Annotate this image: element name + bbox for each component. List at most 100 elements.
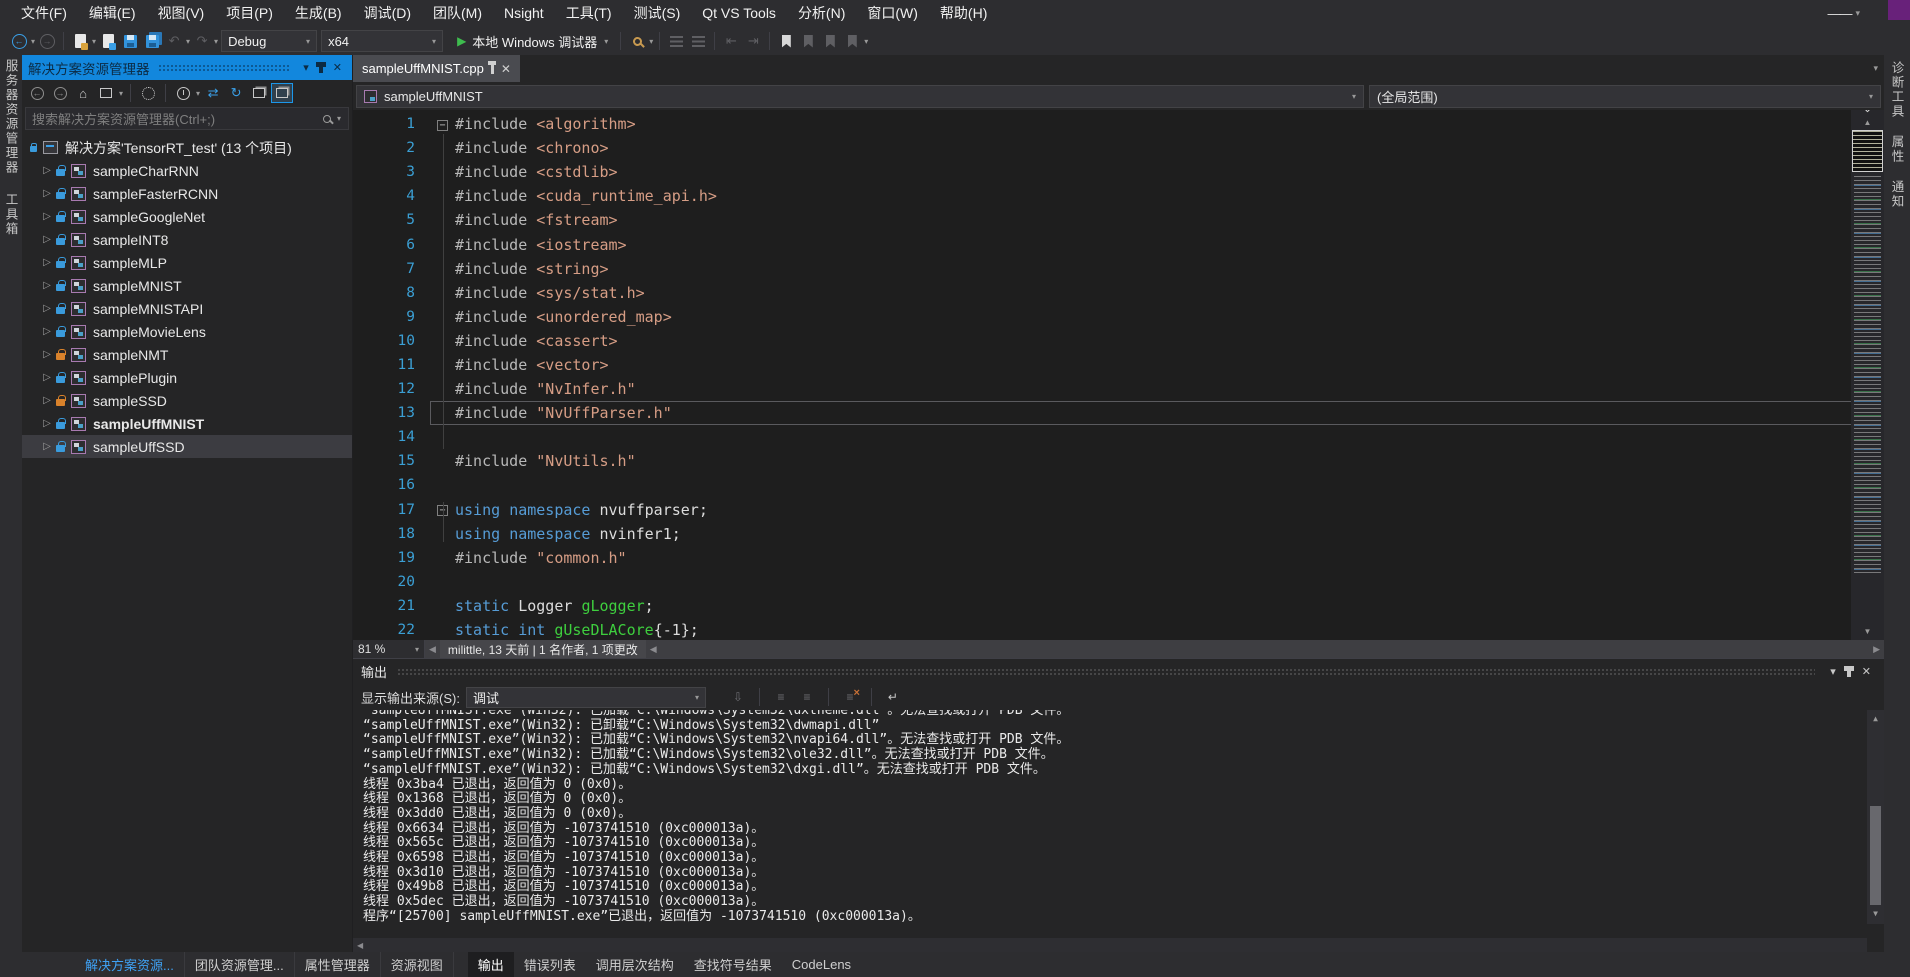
code-line-18[interactable]: 18using namespace nvinfer1; <box>353 522 1884 546</box>
project-row-sampleUffMNIST[interactable]: ▷sampleUffMNIST <box>22 412 352 435</box>
scroll-down-icon[interactable]: ▼ <box>1851 627 1884 636</box>
solution-explorer-titlebar[interactable]: 解决方案资源管理器 ▾ ✕ <box>22 55 352 80</box>
undo-dropdown-icon[interactable]: ▾ <box>186 37 190 46</box>
expand-arrow-icon[interactable]: ▷ <box>40 418 54 429</box>
scroll-up-icon[interactable]: ▲ <box>1867 712 1884 727</box>
menu-item-6[interactable]: 团队(M) <box>422 0 493 27</box>
bottom-tab-资源视图[interactable]: 资源视图 <box>381 952 454 977</box>
output-vertical-scrollbar[interactable]: ▲ ▼ <box>1867 710 1884 924</box>
menu-item-4[interactable]: 生成(B) <box>284 0 353 27</box>
increase-indent-icon[interactable]: ⇥ <box>743 31 763 51</box>
expand-arrow-icon[interactable]: ▷ <box>40 211 54 222</box>
fold-collapse-icon[interactable]: − <box>435 118 450 131</box>
minimap-scrollbar[interactable]: ⇕ ▲ ▼ <box>1851 110 1884 640</box>
toolbar-overflow-icon[interactable]: ▾ <box>864 37 868 46</box>
code-line-1[interactable]: 1−#include <algorithm> <box>353 112 1884 136</box>
scroll-left-icon[interactable]: ◀ <box>353 941 367 950</box>
switch-views-icon[interactable] <box>95 83 117 103</box>
left-strip-tab-1[interactable]: 工具箱 <box>2 193 21 237</box>
prev-bookmark-icon[interactable] <box>798 31 818 51</box>
menu-item-1[interactable]: 编辑(E) <box>78 0 147 27</box>
expand-arrow-icon[interactable]: ▷ <box>40 257 54 268</box>
output-source-select[interactable]: 调试 ▾ <box>466 687 706 708</box>
code-area[interactable]: 1−#include <algorithm>2#include <chrono>… <box>353 110 1884 640</box>
code-line-6[interactable]: 6#include <iostream> <box>353 232 1884 256</box>
panel-tab-错误列表[interactable]: 错误列表 <box>514 952 586 977</box>
all-files-icon[interactable] <box>137 83 159 103</box>
code-line-19[interactable]: 19#include "common.h" <box>353 546 1884 570</box>
window-position-icon[interactable]: ▾ <box>303 61 309 74</box>
codelens-info[interactable]: milittle, 13 天前 | 1 名作者, 1 项更改 <box>440 640 646 658</box>
horizontal-scrollbar[interactable]: ◀ milittle, 13 天前 | 1 名作者, 1 项更改 ◀ ▶ <box>425 640 1884 658</box>
code-line-3[interactable]: 3#include <cstdlib> <box>353 160 1884 184</box>
menu-item-5[interactable]: 调试(D) <box>353 0 422 27</box>
scroll-down-icon[interactable]: ▼ <box>1867 907 1884 922</box>
window-position-icon[interactable]: ▾ <box>1830 665 1836 678</box>
project-row-sampleMovieLens[interactable]: ▷sampleMovieLens <box>22 320 352 343</box>
left-strip-tab-0[interactable]: 服务器资源管理器 <box>2 59 21 175</box>
next-bookmark-icon[interactable] <box>820 31 840 51</box>
project-row-sampleCharRNN[interactable]: ▷sampleCharRNN <box>22 159 352 182</box>
menu-item-0[interactable]: 文件(F) <box>10 0 78 27</box>
sync-with-active-document-icon[interactable]: ⇄ <box>202 83 224 103</box>
document-tab[interactable]: sampleUffMNIST.cpp ✕ <box>353 55 520 82</box>
menu-item-10[interactable]: Qt VS Tools <box>691 0 787 27</box>
expand-arrow-icon[interactable]: ▷ <box>40 326 54 337</box>
right-strip-tab-2[interactable]: 通知 <box>1888 180 1907 209</box>
output-horizontal-scrollbar[interactable]: ◀ <box>353 938 1867 952</box>
expand-arrow-icon[interactable]: ▷ <box>40 303 54 314</box>
save-icon[interactable] <box>120 31 140 51</box>
scroll-left-icon[interactable]: ◀ <box>646 644 661 655</box>
zoom-level-select[interactable]: 81 % ▾ <box>353 640 425 658</box>
code-line-8[interactable]: 8#include <sys/stat.h> <box>353 281 1884 305</box>
menu-item-11[interactable]: 分析(N) <box>787 0 856 27</box>
collapse-all-icon[interactable] <box>248 83 270 103</box>
code-line-14[interactable]: 14 <box>353 425 1884 449</box>
add-item-icon[interactable] <box>98 31 118 51</box>
find-message-icon[interactable]: ⇩ <box>728 688 748 706</box>
navigate-back-icon[interactable]: ← <box>9 31 29 51</box>
code-line-13[interactable]: 13#include "NvUffParser.h" <box>353 401 1884 425</box>
code-line-15[interactable]: 15#include "NvUtils.h" <box>353 449 1884 473</box>
goto-next-message-icon[interactable]: ≡ <box>797 688 817 706</box>
menu-item-13[interactable]: 帮助(H) <box>929 0 998 27</box>
solution-row[interactable]: 解决方案'TensorRT_test' (13 个项目) <box>22 136 352 159</box>
chevron-down-icon[interactable]: ▾ <box>1855 8 1860 19</box>
panel-tab-输出[interactable]: 输出 <box>468 952 514 977</box>
clear-bookmarks-icon[interactable] <box>842 31 862 51</box>
expand-arrow-icon[interactable]: ▷ <box>40 349 54 360</box>
platform-select[interactable]: x64 ▾ <box>321 30 443 52</box>
redo-dropdown-icon[interactable]: ▾ <box>214 37 218 46</box>
pin-icon[interactable] <box>491 65 494 74</box>
bottom-tab-团队资源管理...[interactable]: 团队资源管理... <box>185 952 295 977</box>
menu-item-7[interactable]: Nsight <box>493 0 555 27</box>
menu-item-12[interactable]: 窗口(W) <box>856 0 929 27</box>
build-icon[interactable] <box>666 31 686 51</box>
expand-arrow-icon[interactable]: ▷ <box>40 234 54 245</box>
output-log[interactable]: “sampleUffMNIST.exe”(Win32): 已加载“C:\Wind… <box>353 710 1884 938</box>
project-row-sampleINT8[interactable]: ▷sampleINT8 <box>22 228 352 251</box>
scrollbar-thumb[interactable] <box>1870 806 1881 904</box>
minimap-viewport[interactable] <box>1852 130 1883 172</box>
build-selection-icon[interactable] <box>688 31 708 51</box>
tab-list-dropdown-icon[interactable]: ▾ <box>1873 63 1878 74</box>
chevron-down-icon[interactable]: ▾ <box>337 114 341 123</box>
panel-tab-CodeLens[interactable]: CodeLens <box>782 952 861 977</box>
expand-arrow-icon[interactable]: ▷ <box>40 280 54 291</box>
project-row-sampleSSD[interactable]: ▷sampleSSD <box>22 389 352 412</box>
refresh-icon[interactable]: ↻ <box>225 83 247 103</box>
code-line-22[interactable]: 22static int gUseDLACore{-1}; <box>353 618 1884 640</box>
back-icon[interactable]: ← <box>26 83 48 103</box>
type-dropdown[interactable]: sampleUffMNIST ▾ <box>356 85 1364 108</box>
toggle-word-wrap-icon[interactable]: ↵ <box>883 688 903 706</box>
right-strip-tab-0[interactable]: 诊断工具 <box>1888 61 1907 119</box>
code-line-2[interactable]: 2#include <chrono> <box>353 136 1884 160</box>
code-line-17[interactable]: 17−using namespace nvuffparser; <box>353 498 1884 522</box>
code-line-5[interactable]: 5#include <fstream> <box>353 208 1884 232</box>
minimize-icon[interactable]: —— <box>1827 6 1851 21</box>
code-line-12[interactable]: 12#include "NvInfer.h" <box>353 377 1884 401</box>
code-line-9[interactable]: 9#include <unordered_map> <box>353 305 1884 329</box>
navigate-forward-icon[interactable]: → <box>37 31 57 51</box>
panel-tab-查找符号结果[interactable]: 查找符号结果 <box>684 952 782 977</box>
menu-item-9[interactable]: 测试(S) <box>623 0 692 27</box>
